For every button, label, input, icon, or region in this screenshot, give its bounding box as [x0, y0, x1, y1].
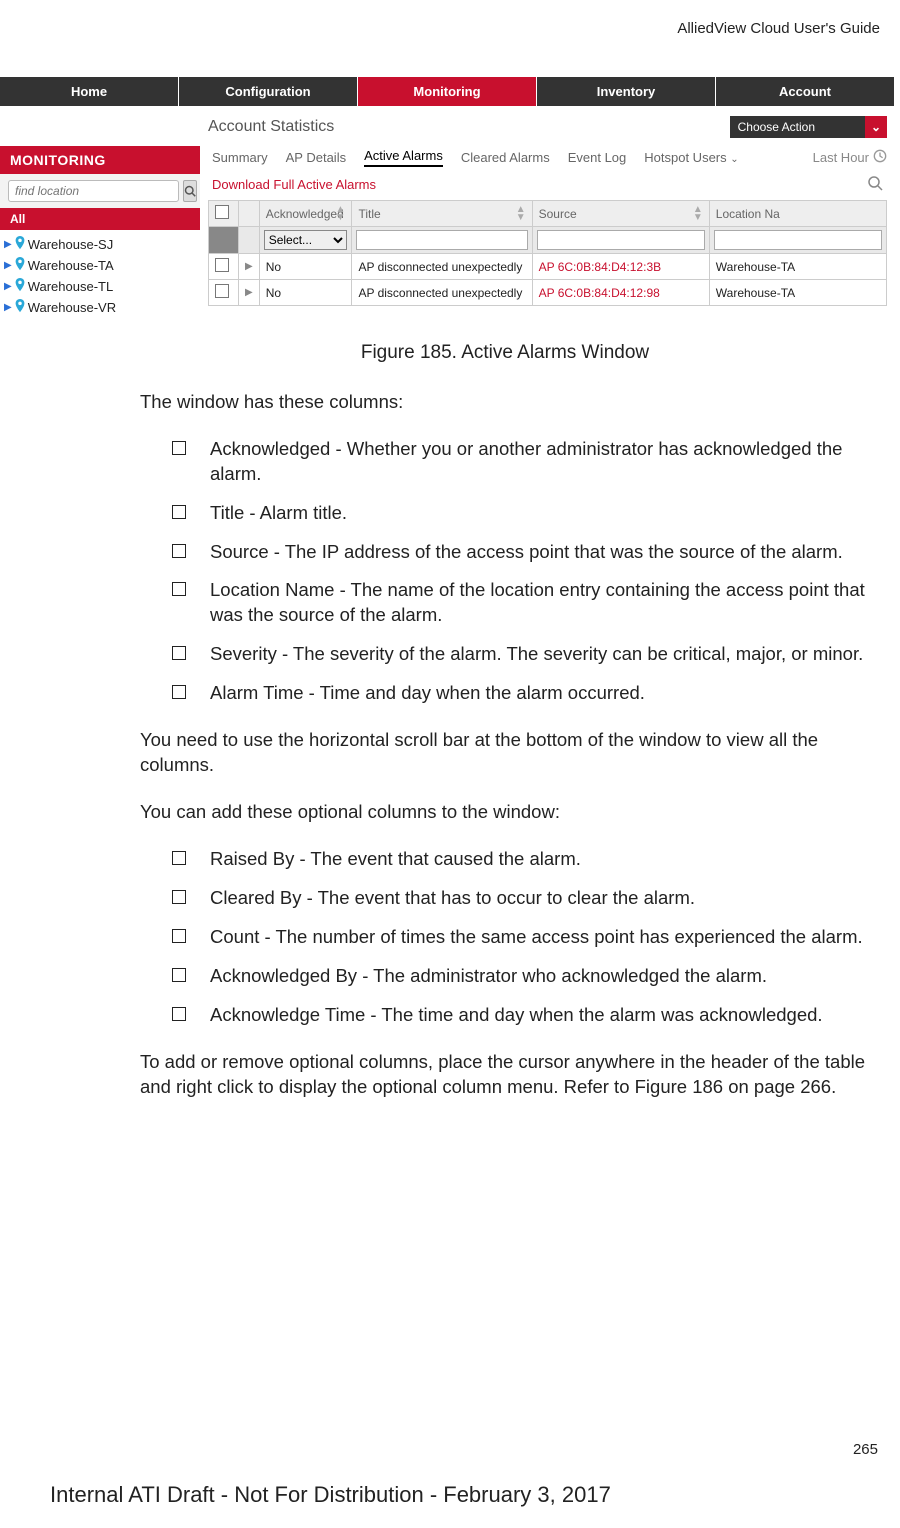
caret-icon: ▶ [4, 239, 12, 250]
tabs-row: Summary AP Details Active Alarms Cleared… [208, 144, 887, 175]
paragraph: You can add these optional columns to th… [140, 800, 870, 825]
list-item: Count - The number of times the same acc… [210, 925, 870, 950]
choose-action-dropdown[interactable]: Choose Action ⌄ [730, 116, 887, 138]
expand-icon[interactable]: ▶ [239, 254, 260, 280]
sort-icon: ▲▼ [336, 206, 346, 222]
list-item: Acknowledge Time - The time and day when… [210, 1003, 870, 1028]
pin-icon [14, 299, 26, 316]
paragraph: To add or remove optional columns, place… [140, 1050, 870, 1100]
nav-configuration[interactable]: Configuration [179, 77, 358, 106]
cell-location: Warehouse-TA [709, 280, 886, 306]
nav-monitoring[interactable]: Monitoring [358, 77, 537, 106]
search-icon[interactable] [183, 180, 197, 202]
optional-column-list: Raised By - The event that caused the al… [140, 847, 870, 1028]
sort-icon: ▲▼ [693, 206, 703, 222]
cell-source[interactable]: AP 6C:0B:84:D4:12:98 [532, 280, 709, 306]
left-panel: MONITORING All ▶ Warehouse-SJ [0, 106, 200, 318]
checkbox-icon[interactable] [215, 205, 229, 219]
pin-icon [14, 236, 26, 253]
search-icon[interactable] [867, 175, 883, 194]
column-list: Acknowledged - Whether you or another ad… [140, 437, 870, 707]
caret-icon: ▶ [4, 302, 12, 313]
find-location-input[interactable] [8, 180, 179, 202]
list-item: Title - Alarm title. [210, 501, 870, 526]
tree-all[interactable]: All [0, 208, 200, 230]
list-item: Acknowledged - Whether you or another ad… [210, 437, 870, 487]
chevron-down-icon: ⌄ [730, 154, 738, 165]
col-source[interactable]: Source▲▼ [532, 201, 709, 227]
list-item: Location Name - The name of the location… [210, 578, 870, 628]
list-item: Raised By - The event that caused the al… [210, 847, 870, 872]
filter-location-input[interactable] [714, 230, 882, 250]
tab-summary[interactable]: Summary [212, 150, 268, 165]
list-item: Acknowledged By - The administrator who … [210, 964, 870, 989]
table-filter-row: Select... [209, 227, 887, 254]
cell-ack: No [259, 280, 352, 306]
col-title[interactable]: Title▲▼ [352, 201, 532, 227]
tree-label: Warehouse-VR [28, 300, 116, 315]
tab-ap-details[interactable]: AP Details [286, 150, 346, 165]
col-expand [239, 201, 260, 227]
tab-hotspot-users[interactable]: Hotspot Users ⌄ [644, 150, 738, 165]
col-location-name[interactable]: Location Na [709, 201, 886, 227]
top-nav: Home Configuration Monitoring Inventory … [0, 77, 895, 106]
tree-item[interactable]: ▶ Warehouse-SJ [4, 234, 200, 255]
page-number: 265 [853, 1441, 878, 1458]
table-row[interactable]: ▶ No AP disconnected unexpectedly AP 6C:… [209, 280, 887, 306]
nav-home[interactable]: Home [0, 77, 179, 106]
filter-blank [209, 227, 239, 254]
figure-caption: Figure 185. Active Alarms Window [140, 340, 870, 366]
footer-draft: Internal ATI Draft - Not For Distributio… [50, 1482, 611, 1508]
choose-action-label: Choose Action [730, 116, 865, 138]
filter-ack-select[interactable]: Select... [264, 230, 348, 250]
caret-icon: ▶ [4, 281, 12, 292]
list-item: Source - The IP address of the access po… [210, 540, 870, 565]
caret-icon: ▶ [4, 260, 12, 271]
monitoring-header: MONITORING [0, 146, 200, 174]
tree-item[interactable]: ▶ Warehouse-TL [4, 276, 200, 297]
paragraph: You need to use the horizontal scroll ba… [140, 728, 870, 778]
figure-screenshot: Home Configuration Monitoring Inventory … [0, 77, 895, 318]
tree-label: Warehouse-TL [28, 279, 114, 294]
tree-item[interactable]: ▶ Warehouse-TA [4, 255, 200, 276]
sort-icon: ▲▼ [516, 206, 526, 222]
tab-event-log[interactable]: Event Log [568, 150, 627, 165]
col-acknowledged[interactable]: Acknowledged▲▼ [259, 201, 352, 227]
account-statistics-title: Account Statistics [208, 118, 334, 136]
list-item: Cleared By - The event that has to occur… [210, 886, 870, 911]
running-header: AlliedView Cloud User's Guide [0, 0, 900, 37]
checkbox-icon[interactable] [215, 258, 229, 272]
tree-item[interactable]: ▶ Warehouse-VR [4, 297, 200, 318]
table-row[interactable]: ▶ No AP disconnected unexpectedly AP 6C:… [209, 254, 887, 280]
cell-title: AP disconnected unexpectedly [352, 254, 532, 280]
cell-ack: No [259, 254, 352, 280]
filter-title-input[interactable] [356, 230, 527, 250]
location-tree: ▶ Warehouse-SJ ▶ Warehouse-TA ▶ W [0, 230, 200, 318]
table-header-row: Acknowledged▲▼ Title▲▼ Source▲▼ Location… [209, 201, 887, 227]
tree-label: Warehouse-TA [28, 258, 114, 273]
cell-location: Warehouse-TA [709, 254, 886, 280]
filter-blank [239, 227, 260, 254]
expand-icon[interactable]: ▶ [239, 280, 260, 306]
paragraph: The window has these columns: [140, 390, 870, 415]
list-item: Alarm Time - Time and day when the alarm… [210, 681, 870, 706]
chevron-down-icon: ⌄ [865, 116, 887, 138]
checkbox-icon[interactable] [215, 284, 229, 298]
pin-icon [14, 257, 26, 274]
clock-icon [873, 149, 887, 166]
cell-source[interactable]: AP 6C:0B:84:D4:12:3B [532, 254, 709, 280]
cell-title: AP disconnected unexpectedly [352, 280, 532, 306]
pin-icon [14, 278, 26, 295]
nav-account[interactable]: Account [716, 77, 895, 106]
tab-active-alarms[interactable]: Active Alarms [364, 148, 443, 167]
col-checkbox[interactable] [209, 201, 239, 227]
last-hour-filter[interactable]: Last Hour [813, 149, 887, 166]
filter-source-input[interactable] [537, 230, 705, 250]
nav-inventory[interactable]: Inventory [537, 77, 716, 106]
download-full-active-alarms-link[interactable]: Download Full Active Alarms [212, 177, 376, 192]
tree-label: Warehouse-SJ [28, 237, 114, 252]
alarms-table: Acknowledged▲▼ Title▲▼ Source▲▼ Location… [208, 200, 887, 306]
tab-cleared-alarms[interactable]: Cleared Alarms [461, 150, 550, 165]
list-item: Severity - The severity of the alarm. Th… [210, 642, 870, 667]
